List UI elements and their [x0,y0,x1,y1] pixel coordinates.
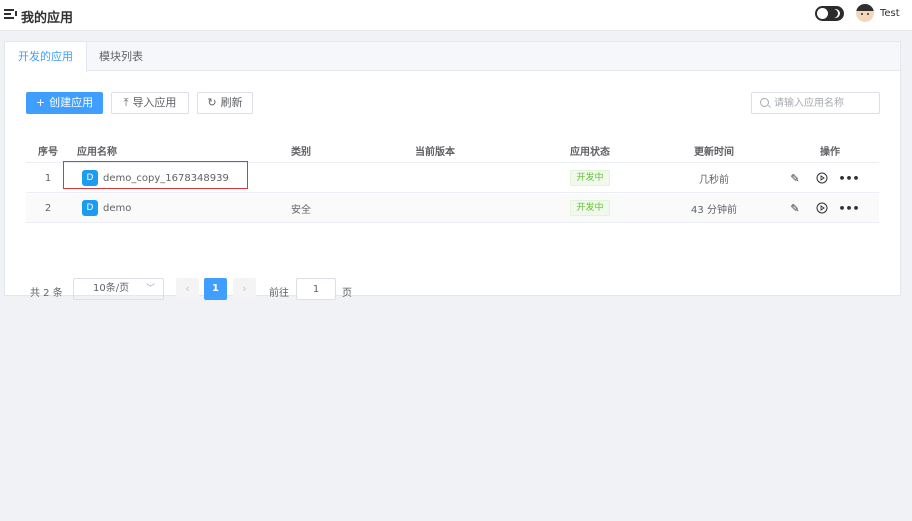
table-header: 序号 应用名称 类别 当前版本 应用状态 更新时间 操作 [26,139,879,163]
app-version [415,194,485,222]
moon-icon [831,9,840,18]
status-badge: 开发中 [570,200,610,216]
status-cell: 开发中 [550,164,630,192]
highlight-box [63,161,248,189]
app-letter-icon: D [82,200,98,216]
refresh-button[interactable]: ↻ 刷新 [197,92,253,114]
tab-module-list[interactable]: 模块列表 [86,42,156,71]
status-cell: 开发中 [550,194,630,222]
username[interactable]: Test [880,8,900,19]
edit-icon[interactable]: ✎ [789,202,801,215]
updated-time: 43 分钟前 [691,204,737,216]
tab-bar: 开发的应用 模块列表 [5,42,900,72]
column-header-index: 序号 [38,147,58,158]
play-icon[interactable] [816,172,828,184]
menu-toggle-icon[interactable] [4,7,18,21]
app-category [291,164,351,192]
pagination: 共 2 条 10条/页 ﹀ ‹ 1 › 前往 页 [30,278,430,302]
more-icon[interactable]: ••• [838,202,859,215]
more-icon[interactable]: ••• [838,172,859,185]
upload-icon: ⤒ [123,96,129,109]
tab-developed-apps[interactable]: 开发的应用 [5,42,87,72]
play-icon[interactable] [816,202,828,214]
page-title: 我的应用 [21,11,74,26]
app-name[interactable]: demo [103,203,131,214]
toggle-knob-icon [817,8,828,19]
table-row[interactable]: 2 D demo 安全 开发中 43 分钟前 ✎ ••• [26,194,879,223]
page-number-current[interactable]: 1 [204,278,227,300]
top-bar: 我的应用 Test [0,0,912,31]
total-count: 共 2 条 [30,288,63,299]
status-badge: 开发中 [570,170,610,186]
page-unit-label: 页 [342,288,352,299]
next-page-button[interactable]: › [233,278,256,300]
search-icon [760,98,769,107]
prev-page-button[interactable]: ‹ [176,278,199,300]
column-header-status: 应用状态 [570,147,610,158]
theme-toggle[interactable] [815,6,844,21]
goto-page-input[interactable] [296,278,336,300]
search-input[interactable] [774,95,874,111]
updated-time: 几秒前 [699,174,729,186]
create-app-button[interactable]: + 创建应用 [26,92,103,114]
column-header-version: 当前版本 [415,147,455,158]
column-header-updated: 更新时间 [694,147,734,158]
column-header-category: 类别 [291,147,311,158]
column-header-actions: 操作 [820,147,840,158]
chevron-down-icon: ﹀ [145,284,155,294]
avatar[interactable] [856,4,874,22]
search-box[interactable] [751,92,880,114]
import-app-button[interactable]: ⤒ 导入应用 [111,92,189,114]
goto-label: 前往 [269,288,289,299]
page-size-select[interactable]: 10条/页 ﹀ [73,278,164,300]
column-header-name: 应用名称 [77,147,117,158]
app-name-cell[interactable]: D demo [82,194,262,222]
plus-icon: + [35,96,46,109]
edit-icon[interactable]: ✎ [789,172,801,185]
row-index: 2 [44,202,52,214]
app-category: 安全 [291,204,311,216]
refresh-icon: ↻ [207,96,217,109]
app-version [415,164,485,192]
